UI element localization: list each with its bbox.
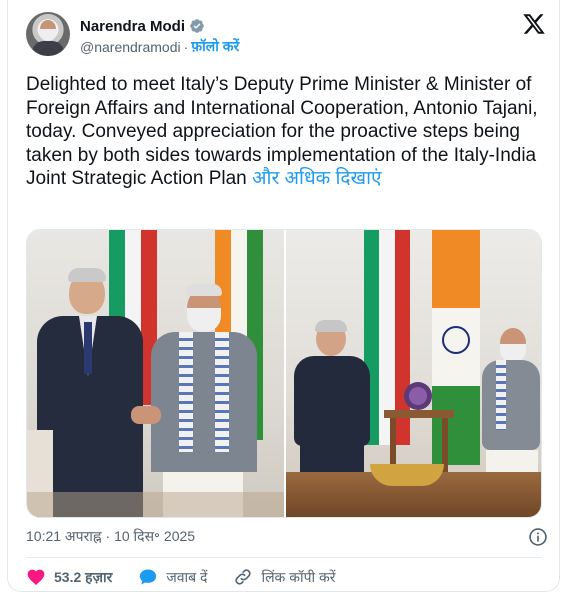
person-modi <box>139 284 269 517</box>
reply-label: जवाब दें <box>166 568 208 585</box>
tweet-timestamp[interactable]: 10:21 अपराह्न · 10 दिस॰ 2025 <box>26 527 195 546</box>
handle-separator: · <box>183 38 189 55</box>
author-name-row: Narendra Modi <box>80 16 205 36</box>
author-name[interactable]: Narendra Modi <box>80 18 185 35</box>
person-tajani <box>37 268 147 517</box>
x-logo-icon[interactable] <box>522 12 546 36</box>
photo-right[interactable] <box>286 230 541 517</box>
reply-bubble-icon <box>140 569 157 585</box>
ashoka-chakra-icon <box>442 326 470 354</box>
tweet-text: Delighted to meet Italy’s Deputy Prime M… <box>26 73 548 191</box>
tweet-media[interactable] <box>26 229 542 518</box>
author-handle[interactable]: @narendramodi <box>80 39 181 55</box>
handshake <box>131 406 161 424</box>
heart-icon <box>27 569 45 585</box>
tweet-card: Narendra Modi @narendramodi · फ़ॉलो करें… <box>7 0 560 592</box>
follow-button[interactable]: फ़ॉलो करें <box>191 37 239 56</box>
actions-separator <box>26 557 542 558</box>
copy-link-button[interactable]: लिंक कॉपी करें <box>233 567 336 587</box>
author-handle-row: @narendramodi · फ़ॉलो करें <box>80 37 239 56</box>
flower-vase <box>404 382 432 410</box>
like-count: 53.2 हज़ार <box>54 568 113 585</box>
tweet-header: Narendra Modi @narendramodi · फ़ॉलो करें <box>26 8 546 64</box>
link-icon <box>235 569 252 585</box>
person-tajani-seated <box>294 320 374 492</box>
floor-left <box>27 492 284 517</box>
brass-bowl <box>370 464 444 486</box>
copy-link-label: लिंक कॉपी करें <box>261 568 336 585</box>
avatar-body <box>32 41 64 56</box>
author-avatar[interactable] <box>26 12 70 56</box>
photo-left[interactable] <box>27 230 284 517</box>
avatar-beard <box>39 29 57 41</box>
reply-button[interactable]: जवाब दें <box>138 567 207 587</box>
like-button[interactable]: 53.2 हज़ार <box>26 567 112 587</box>
tweet-actions: 53.2 हज़ार जवाब दें लिंक कॉपी करें <box>26 566 542 588</box>
info-icon[interactable] <box>528 527 548 547</box>
verified-badge-icon <box>190 19 204 33</box>
show-more-link[interactable]: और अधिक दिखाएं <box>252 168 381 189</box>
